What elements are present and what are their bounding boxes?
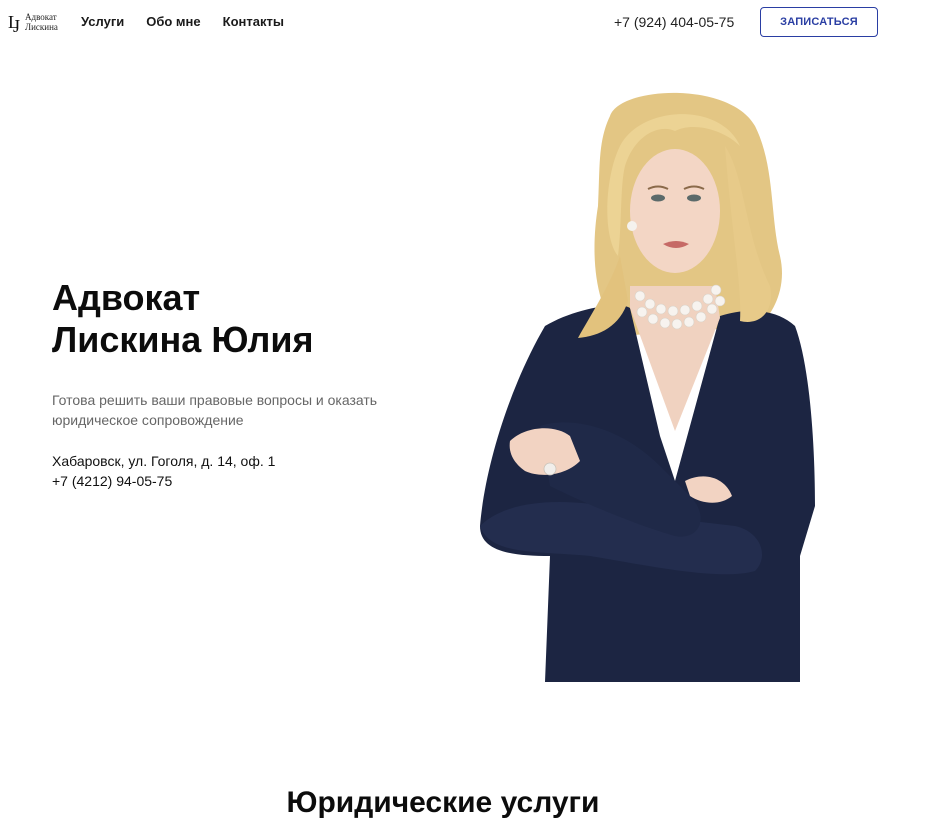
hero-title: Адвокат Лискина Юлия (52, 277, 314, 361)
nav-link-about[interactable]: Обо мне (146, 14, 200, 30)
hero-title-line-2: Лискина Юлия (52, 319, 314, 360)
svg-text:J: J (13, 16, 20, 36)
logo-line-1: Адвокат (25, 12, 57, 22)
signup-button[interactable]: ЗАПИСАТЬСЯ (760, 7, 878, 37)
main-nav: Услуги Обо мне Контакты (81, 14, 306, 30)
hero-subtitle: Готова решить ваши правовые вопросы и ок… (52, 392, 378, 428)
logo[interactable]: L J Адвокат Лискина (8, 10, 58, 36)
lawyer-portrait (470, 86, 830, 682)
site-header: L J Адвокат Лискина Услуги Обо мне Конта… (0, 0, 943, 44)
hero-contacts: Хабаровск, ул. Гоголя, д. 14, оф. 1 +7 (… (52, 451, 275, 491)
services-section-title: Юридические услуги (286, 786, 600, 819)
office-phone[interactable]: +7 (4212) 94-05-75 (52, 471, 275, 491)
header-phone-link[interactable]: +7 (924) 404-05-75 (614, 14, 734, 30)
lawyer-portrait-photo (480, 92, 815, 682)
office-address: Хабаровск, ул. Гоголя, д. 14, оф. 1 (52, 453, 276, 469)
hero-title-line-1: Адвокат (52, 277, 201, 318)
logo-line-2: Лискина (25, 22, 58, 32)
nav-link-services[interactable]: Услуги (81, 14, 124, 30)
nav-link-contacts[interactable]: Контакты (223, 14, 284, 30)
logo-text: Адвокат Лискина (25, 12, 58, 32)
logo-monogram-icon: L J (8, 12, 20, 36)
